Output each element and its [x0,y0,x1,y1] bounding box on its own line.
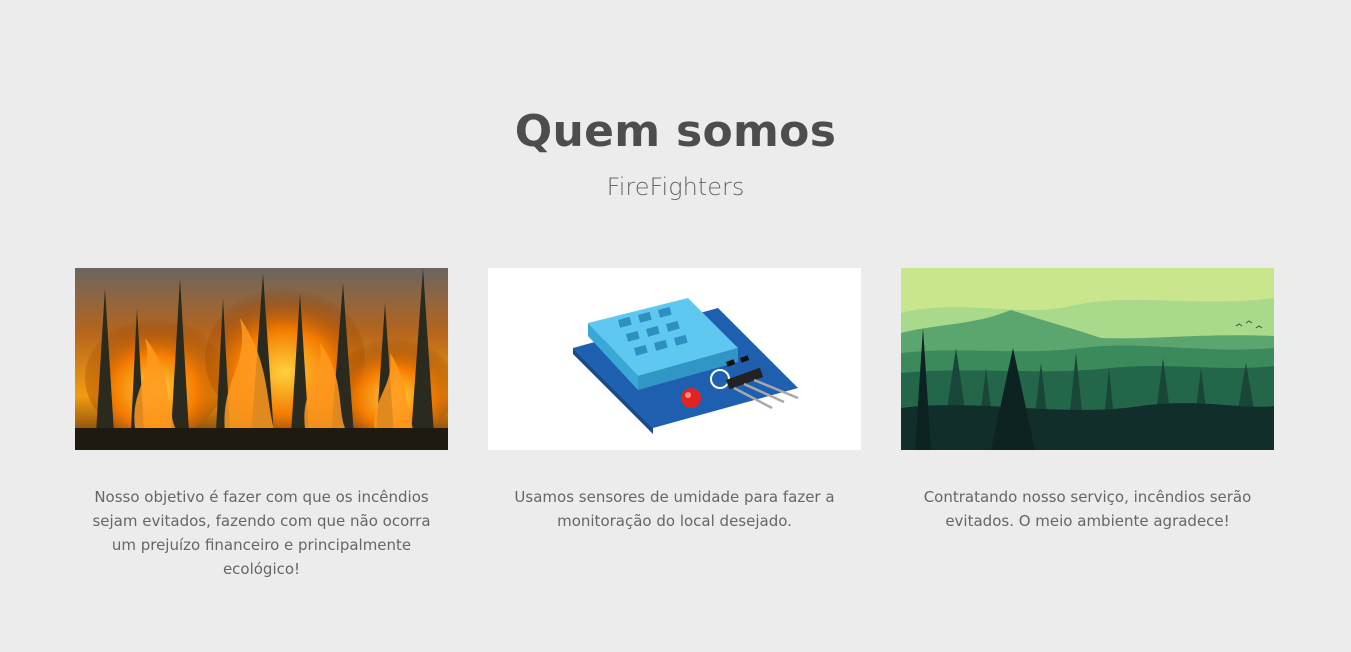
card-sensors: Usamos sensores de umidade para fazer a … [488,268,861,533]
card-description: Usamos sensores de umidade para fazer a … [514,488,835,530]
card-objective: Nosso objetivo é fazer com que os incênd… [75,268,448,581]
humidity-sensor-image [488,268,861,450]
section-title: Quem somos [514,106,837,157]
card-description: Contratando nosso serviço, incêndios ser… [923,488,1252,530]
forest-fire-image [75,268,448,450]
card-description: Nosso objetivo é fazer com que os incênd… [92,488,431,578]
green-forest-landscape-image [901,268,1274,450]
about-section: Quem somos FireFighters Nosso objetivo é… [0,0,1351,652]
section-subtitle: FireFighters [606,173,745,201]
card-environment: Contratando nosso serviço, incêndios ser… [901,268,1274,533]
